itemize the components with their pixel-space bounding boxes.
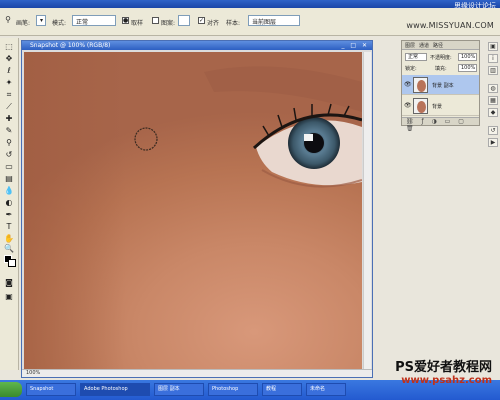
face-closeup-image bbox=[24, 52, 362, 371]
layer-thumbnail bbox=[413, 98, 428, 114]
layers-panel: 图层 通道 路径 正常 不透明度: 100% 锁定: 填充: 100% 👁 背景… bbox=[401, 40, 480, 132]
magic-wand-tool-icon[interactable]: ✦ bbox=[3, 78, 15, 88]
window-controls[interactable]: _ □ ✕ bbox=[341, 42, 369, 49]
lasso-tool-icon[interactable]: ℓ bbox=[3, 66, 15, 76]
taskbar-item[interactable]: Photoshop bbox=[208, 383, 258, 396]
dodge-tool-icon[interactable]: ◐ bbox=[3, 198, 15, 208]
panel-footer[interactable]: ⛓ ƒ ◑ ▭ ▢ 🗑 bbox=[402, 117, 479, 132]
layer-name: 背景 副本 bbox=[432, 83, 454, 89]
marquee-tool-icon[interactable]: ⬚ bbox=[3, 42, 15, 52]
status-bar: 100% bbox=[22, 369, 372, 377]
history-brush-tool-icon[interactable]: ↺ bbox=[3, 150, 15, 160]
pattern-swatch[interactable] bbox=[178, 15, 190, 26]
move-tool-icon[interactable]: ✥ bbox=[3, 54, 15, 64]
right-panel-strip: ▣ i ▥ ◍ ▦ ◆ ↺ ▶ bbox=[486, 40, 500, 160]
lock-label: 锁定: bbox=[405, 66, 417, 72]
mode-select[interactable]: 正常 bbox=[72, 15, 116, 26]
fill-label: 填充: bbox=[435, 66, 447, 72]
document-titlebar[interactable]: Snapshot @ 100% (RGB/8) _ □ ✕ bbox=[22, 41, 372, 50]
document-title: Snapshot @ 100% (RGB/8) bbox=[30, 42, 111, 49]
start-button[interactable] bbox=[0, 382, 22, 397]
layer-name: 背景 bbox=[432, 104, 443, 110]
type-tool-icon[interactable]: T bbox=[3, 222, 15, 232]
fill-field[interactable]: 100% bbox=[458, 64, 477, 72]
pen-tool-icon[interactable]: ✒ bbox=[3, 210, 15, 220]
image-canvas[interactable] bbox=[24, 52, 362, 371]
taskbar-item[interactable]: 未命名 bbox=[306, 383, 346, 396]
histogram-icon[interactable]: ▥ bbox=[488, 66, 498, 75]
swatches-icon[interactable]: ▦ bbox=[488, 96, 498, 105]
color-icon[interactable]: ◍ bbox=[488, 84, 498, 93]
layer-row[interactable]: 👁 背景 bbox=[402, 96, 479, 116]
brush-label: 画笔: bbox=[16, 20, 31, 27]
sample-label: 样本: bbox=[226, 20, 241, 27]
aligned-checkbox[interactable]: ✓ bbox=[198, 17, 205, 24]
source-sampled-radio[interactable]: ● bbox=[122, 17, 129, 24]
history-icon[interactable]: ↺ bbox=[488, 126, 498, 135]
watermark-site: www.MISSYUAN.COM bbox=[406, 21, 494, 30]
taskbar-item-active[interactable]: Adobe Photoshop bbox=[80, 383, 150, 396]
options-bar: ⚲ 画笔: ▾ 模式: 正常 ● 取样 图案: ✓ 对齐 样本: 当前图层 ww… bbox=[0, 8, 500, 36]
background-color-swatch[interactable] bbox=[8, 259, 16, 267]
styles-icon[interactable]: ◆ bbox=[488, 108, 498, 117]
watermark-bottom-title: PS爱好者教程网 bbox=[395, 360, 492, 375]
brush-tool-icon[interactable]: ✎ bbox=[3, 126, 15, 136]
screen-mode-icon[interactable]: ▣ bbox=[3, 292, 15, 302]
gradient-tool-icon[interactable]: ▤ bbox=[3, 174, 15, 184]
navigator-icon[interactable]: ▣ bbox=[488, 42, 498, 51]
info-icon[interactable]: i bbox=[488, 54, 498, 63]
source-sampled-label: 取样 bbox=[131, 20, 144, 27]
opacity-field[interactable]: 100% bbox=[458, 53, 477, 61]
opacity-label: 不透明度: bbox=[430, 55, 452, 61]
taskbar-item[interactable]: 教程 bbox=[262, 383, 302, 396]
eye-icon[interactable]: 👁 bbox=[404, 81, 412, 88]
layer-thumbnail bbox=[413, 77, 428, 93]
vertical-scrollbar[interactable] bbox=[363, 52, 371, 371]
tab-channels[interactable]: 通道 bbox=[419, 42, 429, 49]
panel-tabs: 图层 通道 路径 bbox=[402, 41, 479, 50]
taskbar-item[interactable]: 图层 副本 bbox=[154, 383, 204, 396]
tab-paths[interactable]: 路径 bbox=[433, 42, 443, 49]
eye-icon[interactable]: 👁 bbox=[404, 102, 412, 109]
document-window: Snapshot @ 100% (RGB/8) _ □ ✕ 100% bbox=[21, 40, 373, 378]
eraser-tool-icon[interactable]: ▭ bbox=[3, 162, 15, 172]
blend-mode-select[interactable]: 正常 bbox=[405, 53, 427, 61]
toolbox: ⬚ ✥ ℓ ✦ ⌗ ⟋ ✚ ✎ ⚲ ↺ ▭ ▤ 💧 ◐ ✒ T ✋ 🔍 ◙ ▣ bbox=[0, 38, 19, 370]
source-pattern-label: 图案: bbox=[161, 20, 176, 27]
aligned-label: 对齐 bbox=[207, 20, 220, 27]
zoom-readout[interactable]: 100% bbox=[26, 370, 40, 376]
watermark-bottom: PS爱好者教程网 www.psahz.com bbox=[395, 356, 492, 386]
mode-label: 模式: bbox=[52, 20, 67, 27]
crop-tool-icon[interactable]: ⌗ bbox=[3, 90, 15, 100]
sample-select[interactable]: 当前图层 bbox=[248, 15, 300, 26]
tab-layers[interactable]: 图层 bbox=[405, 42, 415, 49]
healing-brush-tool-icon[interactable]: ✚ bbox=[3, 114, 15, 124]
watermark-bottom-url: www.psahz.com bbox=[401, 375, 492, 386]
layer-row[interactable]: 👁 背景 副本 bbox=[402, 75, 479, 95]
brush-picker[interactable]: ▾ bbox=[36, 15, 46, 26]
slice-tool-icon[interactable]: ⟋ bbox=[3, 102, 15, 112]
blur-tool-icon[interactable]: 💧 bbox=[3, 186, 15, 196]
taskbar-item[interactable]: Snapshot bbox=[26, 383, 76, 396]
source-pattern-radio[interactable] bbox=[152, 17, 159, 24]
clone-stamp-tool-icon[interactable]: ⚲ bbox=[3, 15, 13, 25]
actions-icon[interactable]: ▶ bbox=[488, 138, 498, 147]
app-titlebar: 思缘设计论坛 bbox=[0, 0, 500, 10]
quick-mask-icon[interactable]: ◙ bbox=[3, 278, 15, 288]
zoom-tool-icon[interactable]: 🔍 bbox=[3, 244, 15, 254]
clone-stamp-tool-icon[interactable]: ⚲ bbox=[3, 138, 15, 148]
hand-tool-icon[interactable]: ✋ bbox=[3, 234, 15, 244]
